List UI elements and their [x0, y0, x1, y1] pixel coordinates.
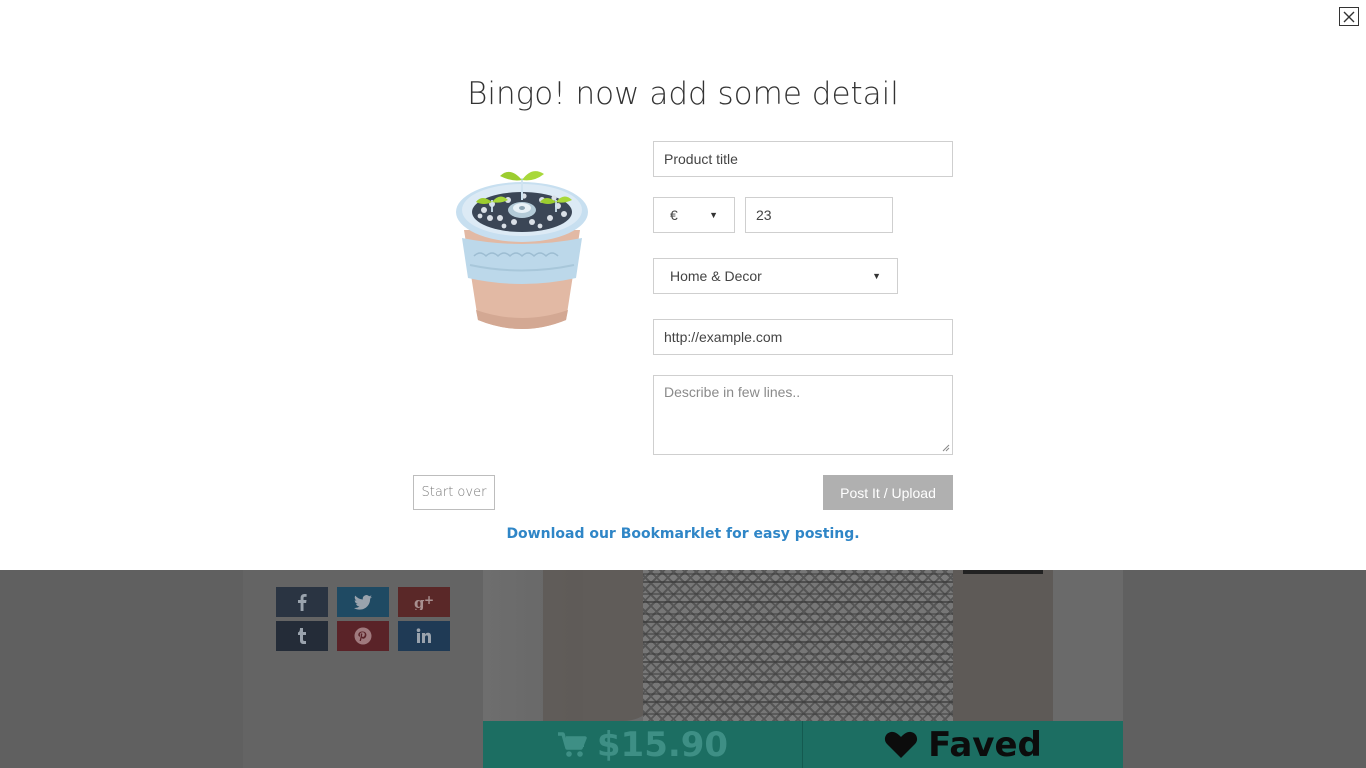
close-button[interactable] [1339, 7, 1359, 26]
google-plus-icon[interactable]: g + [398, 587, 450, 617]
pinterest-icon[interactable] [337, 621, 389, 651]
product-title-input[interactable]: Product title [653, 141, 953, 177]
price-value: 23 [756, 207, 772, 223]
url-input[interactable]: http://example.com [653, 319, 953, 355]
bookmarklet-link-row: Download our Bookmarklet for easy postin… [0, 526, 1366, 542]
sleeve-edge [963, 570, 1043, 574]
modal-title: Bingo! now add some detail [467, 76, 899, 112]
model-arm-right [943, 570, 1053, 721]
svg-text:+: + [424, 594, 434, 607]
description-textarea[interactable]: Describe in few lines.. [653, 375, 953, 455]
linkedin-icon[interactable] [398, 621, 450, 651]
tumblr-icon[interactable] [276, 621, 328, 651]
shirt-pattern [643, 570, 953, 721]
dropdown-arrow-icon: ▼ [709, 210, 718, 220]
fave-button[interactable]: Faved [802, 721, 1123, 768]
post-upload-button[interactable]: Post It / Upload [823, 475, 953, 510]
currency-value: € [670, 207, 678, 223]
cart-icon [557, 731, 587, 757]
facebook-icon[interactable] [276, 587, 328, 617]
start-over-button[interactable]: Start over [413, 475, 495, 510]
url-value: http://example.com [664, 329, 783, 345]
price-input[interactable]: 23 [745, 197, 893, 233]
close-icon [1343, 11, 1355, 22]
faved-label: Faved [928, 724, 1042, 765]
product-image [456, 171, 588, 329]
bookmarklet-link[interactable]: Download our Bookmarklet for easy postin… [506, 526, 859, 542]
category-value: Home & Decor [670, 268, 762, 284]
twitter-icon[interactable] [337, 587, 389, 617]
category-select[interactable]: Home & Decor ▼ [653, 258, 898, 294]
product-title-value: Product title [664, 151, 738, 167]
add-detail-modal: Bingo! now add some detail Product title… [0, 0, 1366, 570]
price-bar: $15.90 Faved [483, 721, 1123, 768]
dropdown-arrow-icon: ▼ [872, 271, 881, 281]
product-photo [483, 570, 1123, 721]
currency-select[interactable]: € ▼ [653, 197, 735, 233]
price-label: $15.90 [596, 724, 729, 765]
description-placeholder: Describe in few lines.. [664, 384, 801, 400]
resize-grip-icon[interactable] [942, 444, 950, 452]
heart-icon [885, 731, 918, 758]
buy-button[interactable]: $15.90 [483, 721, 802, 768]
share-buttons: g + [276, 587, 452, 653]
